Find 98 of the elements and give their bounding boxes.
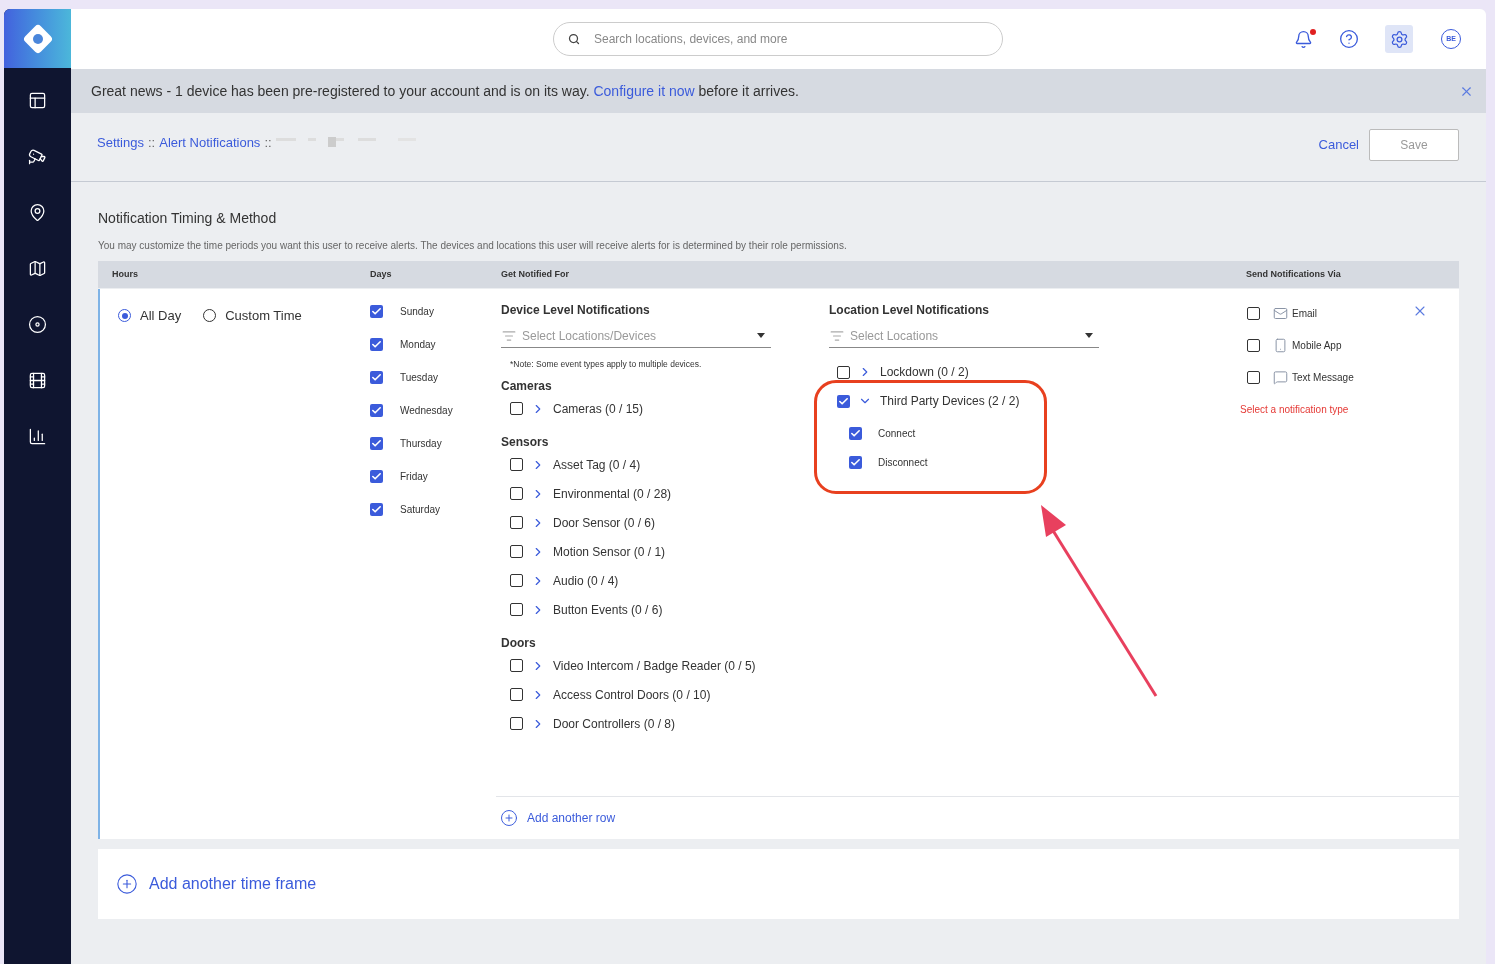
checkbox[interactable] [849, 427, 862, 440]
checkbox[interactable] [849, 456, 862, 469]
device-type-label: Environmental (0 / 28) [553, 485, 672, 503]
device-type-label: Audio (0 / 4) [553, 572, 619, 590]
device-type-label: Asset Tag (0 / 4) [553, 456, 641, 474]
breadcrumb-separator: :: [264, 134, 272, 152]
checkbox[interactable] [510, 659, 523, 673]
checkbox[interactable] [1247, 307, 1260, 320]
day-label: Monday [400, 338, 436, 352]
film-icon[interactable] [28, 371, 47, 390]
checkbox[interactable] [510, 717, 523, 731]
day-label: Saturday [400, 503, 441, 517]
add-row-link[interactable]: Add another row [527, 809, 616, 827]
radio-label: All Day [140, 306, 182, 325]
bar-chart-icon[interactable] [28, 427, 47, 446]
disc-icon[interactable] [28, 315, 47, 334]
dropdown-caret-icon [757, 333, 765, 338]
checkbox[interactable] [370, 470, 383, 483]
day-label: Sunday [400, 305, 434, 319]
location-type-label: Lockdown (0 / 2) [880, 364, 969, 381]
day-label: Wednesday [400, 404, 453, 418]
checkbox[interactable] [1247, 339, 1260, 352]
breadcrumb-link[interactable]: Alert Notifications [159, 133, 261, 153]
checkbox[interactable] [1247, 371, 1260, 384]
event-label: Connect [878, 427, 916, 441]
configure-link[interactable]: Configure it now [593, 82, 695, 99]
breadcrumb-separator: :: [148, 134, 156, 152]
location-type-label: Third Party Devices (2 / 2) [880, 393, 1020, 410]
checkbox[interactable] [510, 516, 523, 530]
cctv-icon[interactable] [28, 147, 47, 166]
device-type-label: Access Control Doors (0 / 10) [553, 686, 711, 704]
panel-icon[interactable] [28, 91, 47, 110]
search-icon [568, 33, 580, 45]
day-label: Tuesday [400, 371, 438, 385]
note-text: *Note: Some event types apply to multiple devices. [509, 358, 703, 371]
checkbox[interactable] [837, 365, 850, 379]
device-type-label: Cameras (0 / 15) [553, 400, 644, 418]
add-icon[interactable] [500, 809, 518, 827]
column-header: Hours [111, 267, 139, 281]
checkbox[interactable] [370, 338, 383, 351]
checkbox[interactable] [510, 545, 523, 559]
checkbox[interactable] [837, 394, 850, 408]
column-header: Days [370, 267, 393, 281]
notification-button[interactable] [1294, 29, 1313, 49]
device-type-label: Video Intercom / Badge Reader (0 / 5) [553, 657, 756, 675]
envelope-icon [1273, 306, 1288, 321]
filter-icon [502, 328, 516, 343]
help-icon[interactable] [1339, 29, 1359, 49]
checkbox[interactable] [510, 487, 523, 501]
checkbox[interactable] [510, 688, 523, 702]
checkbox[interactable] [510, 603, 523, 617]
day-label: Thursday [400, 437, 442, 451]
error-message: Select a notification type [1240, 403, 1350, 417]
column-title: Device Level Notifications [501, 302, 651, 319]
filter-icon [830, 328, 844, 343]
map-icon[interactable] [28, 259, 47, 278]
banner-message: Great news - 1 device has been pre-registered to your account and is on its way. Configure it now before it arrives. [91, 81, 799, 101]
devices-dropdown[interactable]: Select Locations/Devices [501, 324, 771, 348]
checkbox[interactable] [510, 574, 523, 588]
channel-label: Text Message [1292, 371, 1354, 385]
dropdown-caret-icon [1085, 333, 1093, 338]
checkbox[interactable] [510, 458, 523, 472]
add-time-frame-link[interactable]: Add another time frame [149, 872, 317, 896]
event-label: Disconnect [878, 456, 928, 470]
checkbox[interactable] [370, 437, 383, 450]
device-type-label: Button Events (0 / 6) [553, 601, 663, 619]
section-description: You may customize the time periods you want this user to receive alerts. The devices and locations this user will receive alerts for is determined by their role permissions. [98, 239, 848, 253]
day-label: Friday [400, 470, 428, 484]
checkbox[interactable] [370, 503, 383, 516]
group-title: Cameras [501, 377, 553, 395]
device-type-label: Door Sensor (0 / 6) [553, 514, 656, 532]
checkbox[interactable] [370, 371, 383, 384]
column-header: Get Notified For [501, 267, 570, 281]
settings-icon [1389, 29, 1409, 49]
device-type-label: Motion Sensor (0 / 1) [553, 543, 666, 561]
device-type-label: Door Controllers (0 / 8) [553, 715, 676, 733]
cancel-link[interactable]: Cancel [1318, 135, 1359, 155]
bell-icon [1294, 29, 1313, 49]
speech-bubble-icon [1273, 370, 1288, 385]
column-title: Location Level Notifications [829, 302, 991, 319]
column-header: Send Notifications Via [1246, 267, 1341, 281]
phone-icon [1273, 338, 1288, 353]
settings-button[interactable] [1385, 25, 1413, 53]
checkbox[interactable] [370, 404, 383, 417]
section-title: Notification Timing & Method [98, 209, 278, 228]
map-pin-icon[interactable] [28, 203, 47, 222]
channel-label: Mobile App [1292, 339, 1342, 353]
checkbox[interactable] [510, 402, 523, 416]
radio-label: Custom Time [225, 306, 302, 325]
group-title: Sensors [501, 433, 550, 451]
logo[interactable] [4, 9, 71, 68]
channel-label: Email [1292, 307, 1317, 321]
breadcrumb-link[interactable]: Settings [97, 133, 144, 153]
add-icon[interactable] [116, 873, 138, 895]
locations-dropdown[interactable]: Select Locations [829, 324, 1099, 348]
checkbox[interactable] [370, 305, 383, 318]
group-title: Doors [501, 634, 537, 652]
search-field[interactable]: Search locations, devices, and more [553, 22, 1003, 56]
